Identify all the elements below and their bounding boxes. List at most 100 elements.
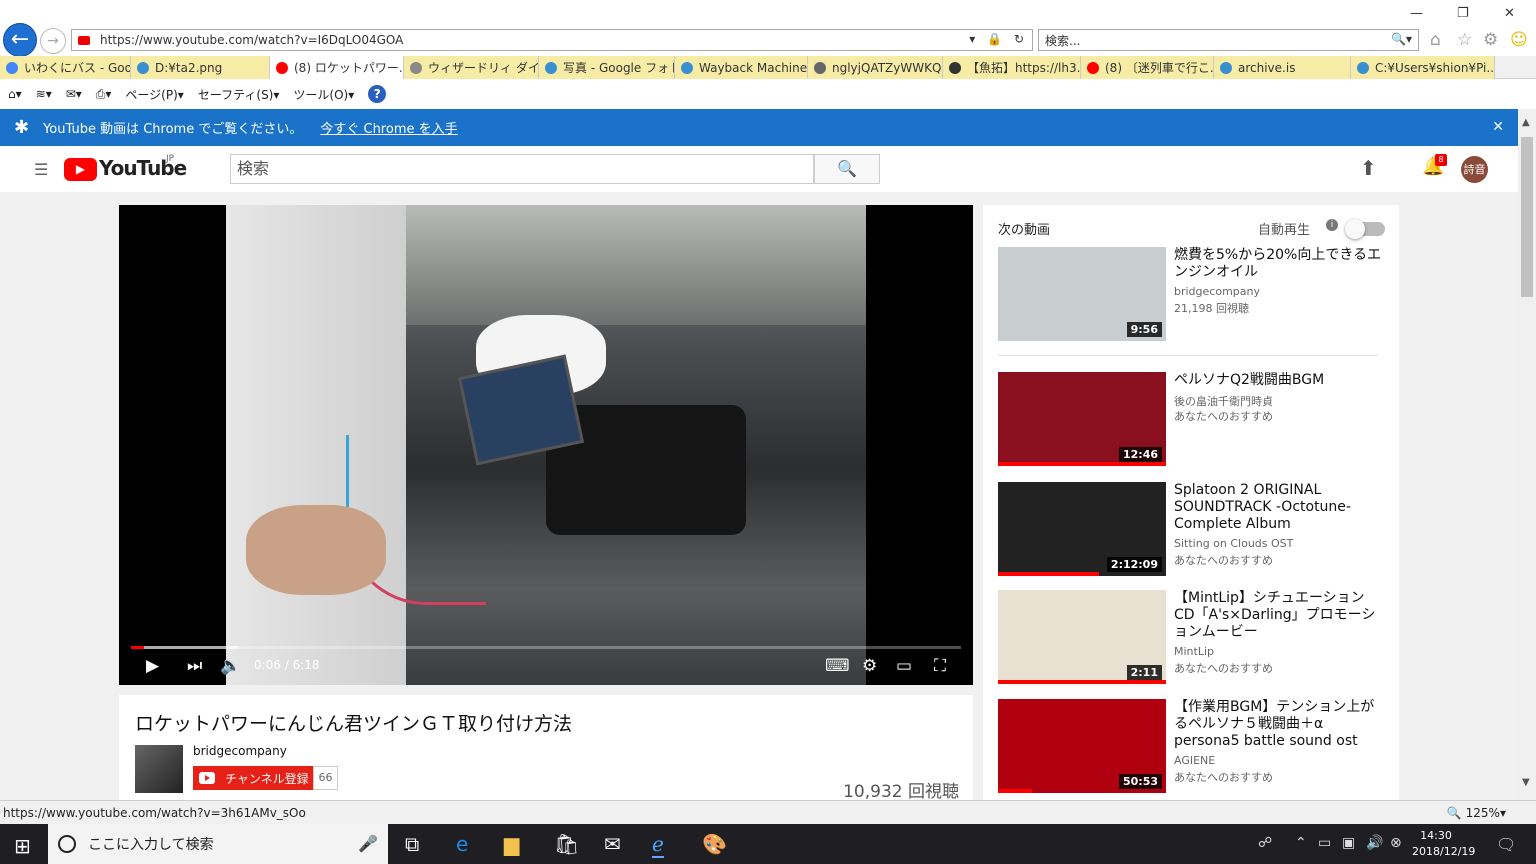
banner-link[interactable]: 今すぐ Chrome を入手 [320,118,457,137]
action-center-icon[interactable]: 🗨 [1496,835,1516,854]
video-title[interactable]: Splatoon 2 ORIGINAL SOUNDTRACK -Octotune… [1174,482,1384,533]
youtube-search-button[interactable]: 🔍 [814,154,880,184]
progress-bar[interactable] [131,646,961,649]
people-icon[interactable]: ☍ [1258,835,1272,851]
scroll-down-icon[interactable]: ▼ [1522,777,1530,788]
fullscreen-icon[interactable]: ⛶ [934,656,946,676]
next-icon[interactable]: ⏭ [187,656,202,676]
restore-button[interactable]: ❐ [1457,6,1469,21]
edge-icon[interactable]: e [456,832,468,856]
video-title[interactable]: ペルソナQ2戦闘曲BGM [1174,372,1384,389]
play-icon[interactable]: ▶ [146,656,159,676]
favorites-star-icon[interactable]: ☆ [1457,30,1472,50]
youtube-logo-icon[interactable]: ▶ [64,158,97,181]
minimize-button[interactable]: — [1410,6,1423,21]
recommended-video[interactable]: 50:53 【作業用BGM】テンション上がるペルソナ５戦闘曲＋α persona5… [998,699,1384,793]
battery-icon[interactable]: ▭ [1318,835,1331,851]
tab[interactable]: C:¥Users¥shion¥Pi... [1351,56,1495,79]
network-icon[interactable]: ▣ [1342,835,1355,851]
banner-close-icon[interactable]: ✕ [1492,119,1504,135]
tab[interactable]: 写真 - Google フォト [539,56,675,79]
dropdown-icon[interactable]: ▾ [969,32,979,46]
upload-icon[interactable]: ⬆ [1360,156,1377,180]
task-view-icon[interactable]: ⧉ [405,832,419,856]
scroll-up-icon[interactable]: ▲ [1522,117,1530,128]
tab[interactable]: 【魚拓】https://lh3.... [943,56,1081,79]
address-bar[interactable]: https://www.youtube.com/watch?v=I6DqLO04… [71,29,1033,51]
settings-gear-icon[interactable]: ⚙ [862,656,877,676]
video-thumbnail[interactable]: 9:56 [998,247,1166,341]
recommended-video[interactable]: 2:11 【MintLip】シチュエーションCD「A's×Darling」プロモー… [998,590,1384,684]
help-icon[interactable]: ? [368,85,387,103]
theater-mode-icon[interactable]: ▭ [896,656,912,676]
windows-start-icon[interactable]: ⊞ [14,834,31,858]
video-channel[interactable]: 後の畠油千衛門時貞 [1174,393,1273,409]
feeds-icon[interactable]: ≋▾ [36,87,52,101]
tab[interactable]: (8) ロケットパワー...✕ [270,56,404,79]
video-channel[interactable]: Sitting on Clouds OST [1174,537,1293,550]
avatar[interactable]: 詩音 [1461,156,1488,183]
video-thumbnail[interactable]: 2:12:09 [998,482,1166,576]
system-clock[interactable]: 14:30 2018/12/19 [1412,828,1475,860]
video-title[interactable]: 【作業用BGM】テンション上がるペルソナ５戦闘曲＋α persona5 batt… [1174,699,1384,750]
home-icon[interactable]: ⌂ [1430,30,1441,50]
back-button[interactable]: ← [3,23,37,57]
store-icon[interactable]: 🛍 [554,832,579,856]
subtitles-icon[interactable]: ⌨ [825,656,850,676]
tab[interactable]: (8) 〔迷列車で行こ... [1081,56,1214,79]
home-icon[interactable]: ⌂▾ [8,87,22,101]
tools-menu[interactable]: ツール(O)▾ [293,86,354,103]
volume-icon[interactable]: 🔈 [220,656,241,676]
tab[interactable]: いわくにバス - Googl... [0,56,131,79]
internet-explorer-icon[interactable]: ℯ [652,832,664,858]
speaker-icon[interactable]: 🔊 [1366,835,1383,851]
ime-icon[interactable]: ⊗ [1390,835,1402,851]
mail-icon[interactable]: ✉ [604,832,621,856]
tab[interactable]: D:¥ta2.png [131,56,270,79]
video-thumbnail[interactable]: 50:53 [998,699,1166,793]
browser-search-input[interactable]: 検索... 🔍▾ [1038,29,1419,51]
tab[interactable]: Wayback Machine [675,56,808,79]
zoom-level[interactable]: 🔍 125%▾ [1447,801,1506,825]
mail-icon[interactable]: ✉▾ [66,87,82,101]
chevron-up-icon[interactable]: ⌃ [1295,835,1307,851]
tab[interactable]: ウィザードリィ ダイヤ... [404,56,539,79]
channel-avatar[interactable] [135,745,183,793]
video-channel[interactable]: AGIENE [1174,754,1215,767]
refresh-icon[interactable]: ↻ [1014,32,1028,46]
scroll-thumb[interactable] [1521,137,1533,297]
taskbar-search-input[interactable]: ここに入力して検索 🎤 [48,824,388,864]
recommended-video[interactable]: 2:12:09 Splatoon 2 ORIGINAL SOUNDTRACK -O… [998,482,1384,576]
subscribe-button[interactable]: チャンネル登録 [193,766,313,790]
address-controls[interactable]: ▾ 🔒 ↻ [969,32,1028,46]
channel-name[interactable]: bridgecompany [193,744,287,758]
youtube-search-input[interactable]: 検索 [230,154,814,184]
recommended-video[interactable]: 12:46 ペルソナQ2戦闘曲BGM 後の畠油千衛門時貞 あなたへのおすすめ [998,372,1384,466]
video-player[interactable] [119,205,973,685]
tab[interactable]: archive.is [1214,56,1351,79]
forward-button[interactable]: → [40,28,66,54]
info-icon[interactable]: i [1326,219,1338,231]
video-channel[interactable]: MintLip [1174,645,1214,658]
video-channel[interactable]: bridgecompany [1174,285,1260,298]
video-title[interactable]: 燃費を5%から20%向上できるエンジンオイル [1174,247,1384,281]
autoplay-toggle[interactable] [1345,219,1385,239]
paint-icon[interactable]: 🎨 [702,832,727,856]
tab[interactable]: nglyjQATZyWWKQ... [808,56,943,79]
file-explorer-icon[interactable]: ▆ [504,832,519,856]
video-title[interactable]: 【MintLip】シチュエーションCD「A's×Darling」プロモーションム… [1174,590,1384,641]
safety-menu[interactable]: セーフティ(S)▾ [198,86,280,103]
recommended-video[interactable]: 9:56 燃費を5%から20%向上できるエンジンオイル bridgecompany 2… [998,247,1384,341]
page-scrollbar[interactable]: ▲ ▼ [1518,109,1536,800]
smiley-icon[interactable]: ☺ [1510,30,1528,50]
video-thumbnail[interactable]: 2:11 [998,590,1166,684]
gear-icon[interactable]: ⚙ [1483,30,1498,50]
close-button[interactable]: ✕ [1504,6,1515,21]
hamburger-menu-icon[interactable]: ☰ [34,160,48,179]
page-menu[interactable]: ページ(P)▾ [125,86,183,103]
search-icon[interactable]: 🔍▾ [1391,32,1412,46]
print-icon[interactable]: ⎙▾ [96,87,112,102]
video-thumbnail[interactable]: 12:46 [998,372,1166,466]
lock-icon[interactable]: 🔒 [987,32,1006,46]
microphone-icon[interactable]: 🎤 [358,834,378,853]
